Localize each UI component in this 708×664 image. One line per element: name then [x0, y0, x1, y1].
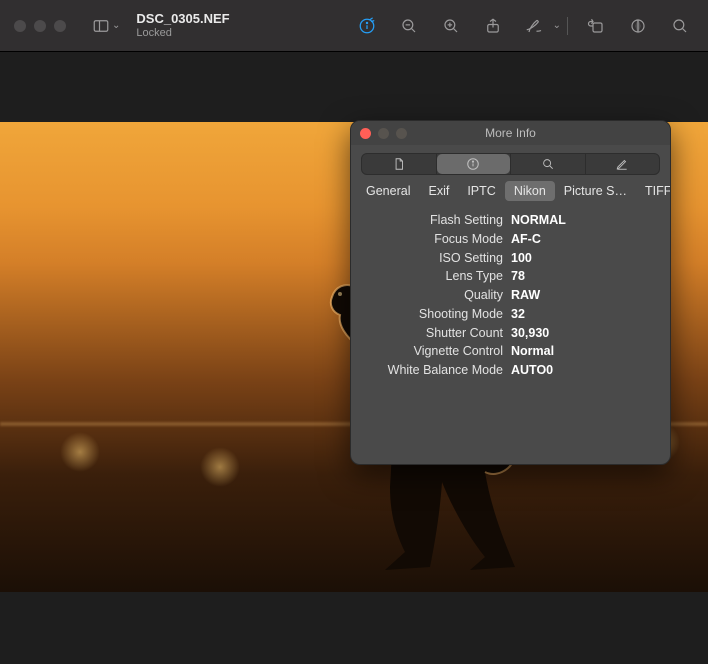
info-key: Vignette Control: [363, 342, 503, 361]
traffic-minimize[interactable]: [34, 20, 46, 32]
seg-document[interactable]: [362, 154, 436, 174]
info-key: Shooting Mode: [363, 305, 503, 324]
seg-edit[interactable]: [586, 154, 660, 174]
highlight-button[interactable]: [624, 12, 652, 40]
panel-minimize[interactable]: [378, 128, 389, 139]
chevron-down-icon: ⌄: [112, 20, 120, 31]
info-row: ISO Setting 100: [363, 249, 658, 268]
file-title-block: DSC_0305.NEF Locked: [136, 12, 229, 38]
info-value: 100: [511, 249, 532, 268]
info-value: Normal: [511, 342, 554, 361]
info-value: RAW: [511, 286, 540, 305]
seg-info[interactable]: [437, 154, 511, 174]
tab-picture-s-[interactable]: Picture S…: [555, 181, 636, 201]
info-key: White Balance Mode: [363, 361, 503, 380]
image-viewer: More Info GeneralExifIPTCNikonPicture S……: [0, 52, 708, 664]
chevron-down-icon[interactable]: ⌄: [553, 20, 561, 31]
traffic-zoom[interactable]: [54, 20, 66, 32]
zoom-out-button[interactable]: [395, 12, 423, 40]
panel-titlebar[interactable]: More Info: [351, 121, 670, 145]
info-row: Lens Type 78: [363, 267, 658, 286]
file-name: DSC_0305.NEF: [136, 12, 229, 26]
info-key: ISO Setting: [363, 249, 503, 268]
more-info-panel: More Info GeneralExifIPTCNikonPicture S……: [350, 120, 671, 465]
main-toolbar: ⌄ DSC_0305.NEF Locked: [0, 0, 708, 52]
info-value: AF-C: [511, 230, 541, 249]
info-key: Lens Type: [363, 267, 503, 286]
info-key: Flash Setting: [363, 211, 503, 230]
panel-segmented-control: [361, 153, 660, 175]
tab-general[interactable]: General: [357, 181, 419, 201]
window-traffic-lights: [14, 20, 66, 32]
rotate-button[interactable]: [582, 12, 610, 40]
info-value: 30,930: [511, 324, 549, 343]
info-value: NORMAL: [511, 211, 566, 230]
info-row: Shutter Count 30,930: [363, 324, 658, 343]
info-key: Quality: [363, 286, 503, 305]
file-status: Locked: [136, 27, 229, 39]
info-value: 78: [511, 267, 525, 286]
traffic-close[interactable]: [14, 20, 26, 32]
info-row: Vignette Control Normal: [363, 342, 658, 361]
panel-close[interactable]: [360, 128, 371, 139]
info-key: Focus Mode: [363, 230, 503, 249]
tab-iptc[interactable]: IPTC: [458, 181, 504, 201]
info-value: 32: [511, 305, 525, 324]
info-row: Focus Mode AF-C: [363, 230, 658, 249]
panel-tabs: GeneralExifIPTCNikonPicture S…TIFF: [351, 181, 670, 207]
tab-nikon[interactable]: Nikon: [505, 181, 555, 201]
markup-button[interactable]: [521, 12, 549, 40]
seg-search[interactable]: [511, 154, 585, 174]
info-row: Quality RAW: [363, 286, 658, 305]
info-row: Flash Setting NORMAL: [363, 211, 658, 230]
search-button[interactable]: [666, 12, 694, 40]
info-value: AUTO0: [511, 361, 553, 380]
panel-zoom[interactable]: [396, 128, 407, 139]
info-row: White Balance Mode AUTO0: [363, 361, 658, 380]
panel-body: Flash SettingNORMALFocus ModeAF-CISO Set…: [351, 207, 670, 464]
info-button[interactable]: [353, 12, 381, 40]
zoom-in-button[interactable]: [437, 12, 465, 40]
sidebar-toggle-button[interactable]: ⌄: [92, 17, 120, 35]
tab-exif[interactable]: Exif: [419, 181, 458, 201]
info-row: Shooting Mode 32: [363, 305, 658, 324]
info-key: Shutter Count: [363, 324, 503, 343]
share-button[interactable]: [479, 12, 507, 40]
tab-tiff[interactable]: TIFF: [636, 181, 671, 201]
